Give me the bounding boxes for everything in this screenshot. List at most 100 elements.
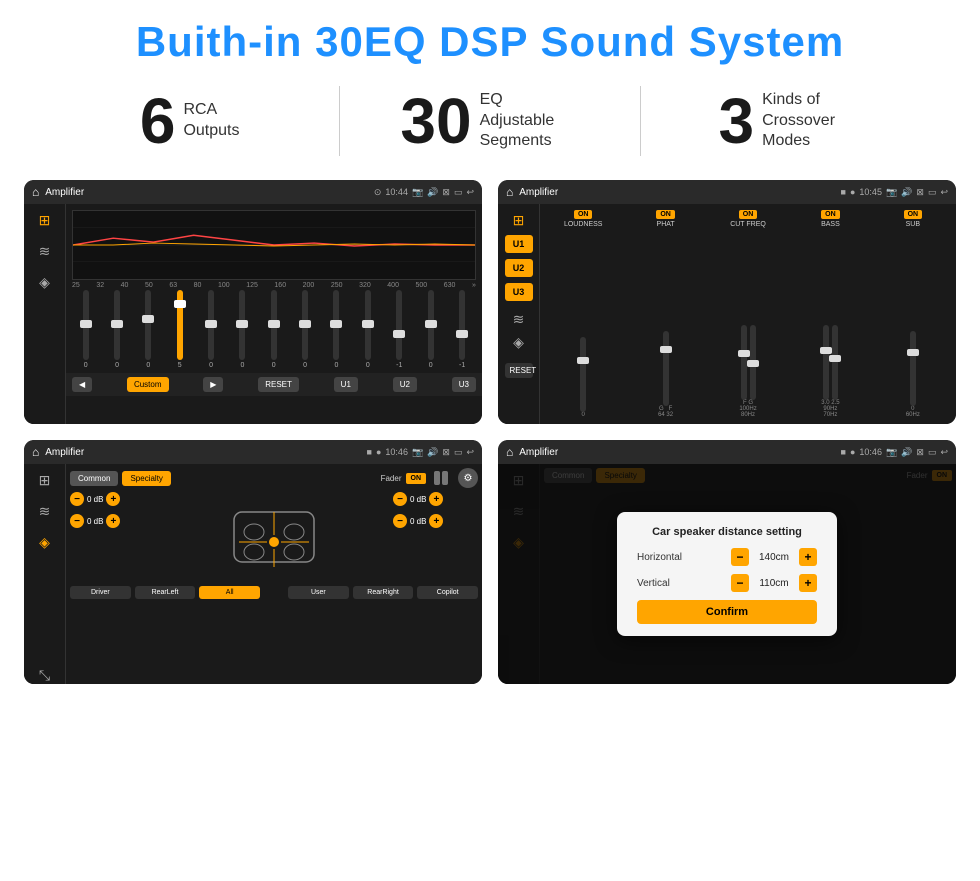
amp2-speaker-icon[interactable]: ◈: [513, 334, 524, 351]
bat-icon2: ▭: [928, 187, 937, 198]
bat-icon4: ▭: [928, 447, 937, 458]
plus-btn-4[interactable]: +: [429, 514, 443, 528]
vertical-plus[interactable]: +: [799, 574, 817, 592]
eq-main: 25 32 40 50 63 80 100 125 160 200 250 32…: [66, 204, 482, 424]
eq-speaker-icon[interactable]: ◈: [39, 274, 50, 291]
screen3-time: 10:46: [385, 447, 408, 457]
stat-rca: 6 RCA Outputs: [60, 89, 319, 153]
x-icon4: ⊠: [916, 447, 924, 458]
screen4: ⌂ Amplifier ■ ● 10:46 📷 🔊 ⊠ ▭ ↩ ⊞ ≋ ◈: [498, 440, 956, 684]
eq-slider-9[interactable]: 0: [333, 290, 339, 369]
common-btn[interactable]: Common: [70, 471, 118, 486]
eq-slider-13[interactable]: -1: [459, 290, 465, 369]
col-sub: ON SUB 0 60Hz: [874, 210, 952, 418]
eq-prev-btn[interactable]: ◀: [72, 377, 92, 392]
rearleft-btn[interactable]: RearLeft: [135, 586, 196, 599]
seg-reset-btn[interactable]: RESET: [505, 363, 533, 378]
minus-btn-2[interactable]: −: [70, 514, 84, 528]
eq-u2-btn[interactable]: U2: [393, 377, 417, 392]
screen1: ⌂ Amplifier ⊙ 10:44 📷 🔊 ⊠ ▭ ↩ ⊞ ≋ ◈: [24, 180, 482, 424]
eq-slider-6[interactable]: 0: [239, 290, 245, 369]
eq-slider-12[interactable]: 0: [428, 290, 434, 369]
eq-slider-3[interactable]: 0: [145, 290, 151, 369]
bat-icon3: ▭: [454, 447, 463, 458]
amp2-filter-icon[interactable]: ⊞: [513, 212, 525, 229]
eq-wave-icon[interactable]: ≋: [39, 243, 51, 260]
stat-divider-1: [339, 86, 340, 156]
screen3: ⌂ Amplifier ■ ● 10:46 📷 🔊 ⊠ ▭ ↩ ⊞ ≋ ◈ ⤡: [24, 440, 482, 684]
eq-freq-labels: 25 32 40 50 63 80 100 125 160 200 250 32…: [66, 282, 482, 289]
plus-btn-3[interactable]: +: [429, 492, 443, 506]
phat-on[interactable]: ON: [656, 210, 675, 219]
plus-btn-1[interactable]: +: [106, 492, 120, 506]
amp3-expand-icon[interactable]: ⤡: [39, 667, 50, 684]
screen1-time: 10:44: [385, 187, 408, 197]
amp2-wave-icon[interactable]: ≋: [513, 311, 525, 328]
eq-slider-10[interactable]: 0: [365, 290, 371, 369]
minus-btn-3[interactable]: −: [393, 492, 407, 506]
vertical-minus[interactable]: −: [731, 574, 749, 592]
amp3-wave-icon[interactable]: ≋: [39, 503, 51, 520]
eq-u3-btn[interactable]: U3: [452, 377, 476, 392]
stat-divider-2: [640, 86, 641, 156]
minus-btn-4[interactable]: −: [393, 514, 407, 528]
all-btn[interactable]: All: [199, 586, 260, 599]
db-row-2: − 0 dB +: [70, 514, 155, 528]
volume-icon: 🔊: [427, 187, 438, 198]
back-icon: ↩: [466, 187, 474, 198]
cutfreq-on[interactable]: ON: [739, 210, 758, 219]
vol-icon2: 🔊: [901, 187, 912, 198]
page-title: Buith-in 30EQ DSP Sound System: [20, 18, 960, 66]
amp2-main: ON LOUDNESS 0 ON PHAT G F 64 32: [540, 204, 956, 424]
dot-icon: ●: [850, 187, 855, 197]
u1-preset[interactable]: U1: [505, 235, 533, 253]
eq-slider-8[interactable]: 0: [302, 290, 308, 369]
horizontal-plus[interactable]: +: [799, 548, 817, 566]
stat-number-crossover: 3: [719, 89, 755, 153]
specialty-btn[interactable]: Specialty: [122, 471, 170, 486]
amp3-speaker-icon[interactable]: ◈: [39, 534, 50, 551]
loudness-on[interactable]: ON: [574, 210, 593, 219]
eq-filter-icon[interactable]: ⊞: [39, 212, 51, 229]
eq-slider-5[interactable]: 0: [208, 290, 214, 369]
eq-next-btn[interactable]: ▶: [203, 377, 223, 392]
copilot-btn[interactable]: Copilot: [417, 586, 478, 599]
bass-on[interactable]: ON: [821, 210, 840, 219]
settings-icon[interactable]: ⚙: [458, 468, 478, 488]
amp3-main: Common Specialty Fader ON ⚙: [66, 464, 482, 684]
amp3-sidebar: ⊞ ≋ ◈ ⤡: [24, 464, 66, 684]
cam-icon3: 📷: [412, 447, 423, 458]
home-icon4: ⌂: [506, 445, 513, 459]
stat-text-eq: EQ Adjustable Segments: [480, 90, 580, 152]
dot-icon3: ●: [376, 447, 381, 457]
db-val-2: 0 dB: [87, 517, 103, 526]
cutfreq-label: CUT FREQ: [730, 221, 766, 228]
horizontal-controls: − 140cm +: [731, 548, 817, 566]
vol-icon3: 🔊: [427, 447, 438, 458]
plus-btn-2[interactable]: +: [106, 514, 120, 528]
eq-slider-2[interactable]: 0: [114, 290, 120, 369]
camera-icon: 📷: [412, 187, 423, 198]
eq-reset-btn[interactable]: RESET: [258, 377, 299, 392]
screen1-icon2: ⊠: [442, 187, 450, 198]
amp3-filter-icon[interactable]: ⊞: [39, 472, 51, 489]
eq-slider-4[interactable]: 5: [177, 290, 183, 369]
sq-icon3: ■: [367, 447, 372, 457]
vertical-label: Vertical: [637, 578, 670, 589]
driver-btn[interactable]: Driver: [70, 586, 131, 599]
eq-slider-7[interactable]: 0: [271, 290, 277, 369]
u2-preset[interactable]: U2: [505, 259, 533, 277]
eq-slider-1[interactable]: 0: [83, 290, 89, 369]
u3-preset[interactable]: U3: [505, 283, 533, 301]
dialog-box: Car speaker distance setting Horizontal …: [617, 512, 837, 636]
eq-slider-11[interactable]: -1: [396, 290, 402, 369]
eq-custom-btn[interactable]: Custom: [127, 377, 169, 392]
horizontal-minus[interactable]: −: [731, 548, 749, 566]
user-btn[interactable]: User: [288, 586, 349, 599]
sub-on[interactable]: ON: [904, 210, 923, 219]
confirm-button[interactable]: Confirm: [637, 600, 817, 624]
fader-on[interactable]: ON: [406, 473, 427, 484]
minus-btn-1[interactable]: −: [70, 492, 84, 506]
rearright-btn[interactable]: RearRight: [353, 586, 414, 599]
eq-u1-btn[interactable]: U1: [334, 377, 358, 392]
